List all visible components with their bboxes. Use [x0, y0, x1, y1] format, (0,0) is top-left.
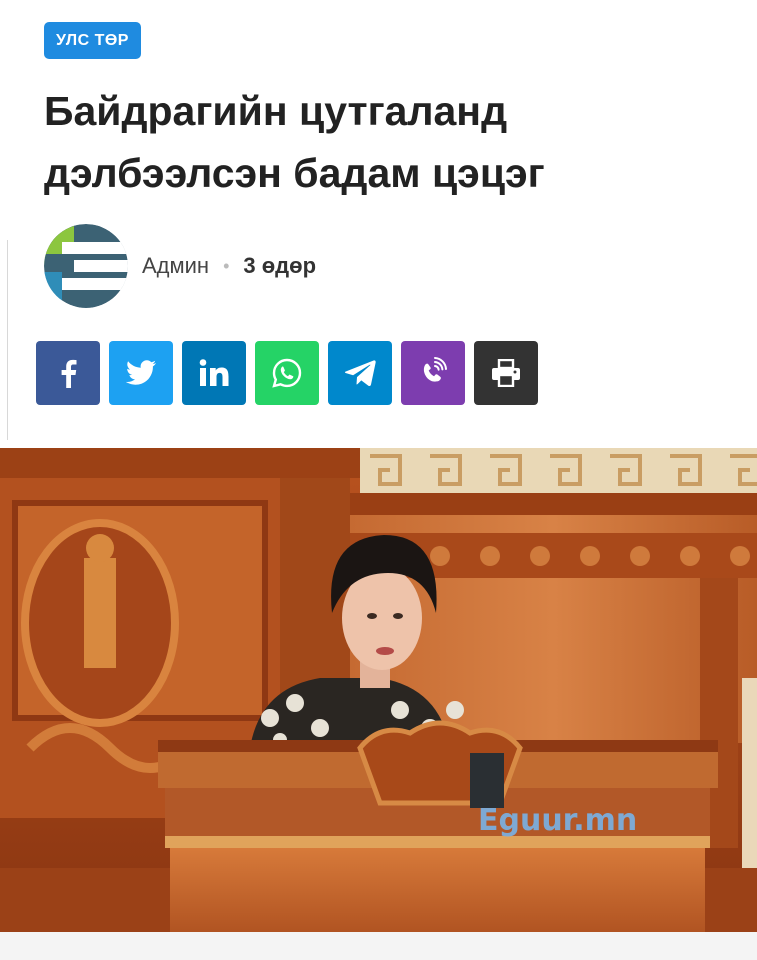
author-name[interactable]: Админ [142, 253, 209, 279]
share-facebook-button[interactable] [36, 341, 100, 405]
post-date: 3 өдөр [243, 253, 317, 278]
print-icon [492, 359, 520, 387]
share-twitter-button[interactable] [109, 341, 173, 405]
meta-separator: • [223, 255, 230, 276]
author-avatar[interactable] [44, 224, 128, 308]
article-title: Байдрагийн цутгаланд дэлбээлсэн бадам цэ… [44, 80, 704, 204]
bottom-strip [0, 932, 757, 960]
article-title-line-1: Байдрагийн цутгаланд [44, 88, 508, 134]
share-viber-button[interactable] [401, 341, 465, 405]
page-edge [0, 240, 8, 440]
viber-icon [423, 357, 447, 382]
article-title-line-2: дэлбээлсэн бадам цэцэг [44, 150, 545, 196]
print-button[interactable] [474, 341, 538, 405]
article-hero-photo[interactable]: Eguur.mn [0, 448, 757, 932]
telegram-icon [344, 360, 376, 387]
linkedin-icon [199, 359, 229, 386]
share-bar [36, 341, 538, 405]
share-whatsapp-button[interactable] [255, 341, 319, 405]
twitter-icon [126, 360, 156, 385]
facebook-icon [61, 359, 77, 388]
whatsapp-icon [272, 358, 302, 388]
site-logo-icon [44, 224, 128, 308]
category-badge[interactable]: УЛС ТӨР [44, 22, 141, 59]
parliament-speaker-image: Eguur.mn [0, 448, 757, 932]
author-meta: Админ • 3 өдөр [44, 224, 316, 308]
share-telegram-button[interactable] [328, 341, 392, 405]
share-linkedin-button[interactable] [182, 341, 246, 405]
photo-watermark: Eguur.mn [478, 803, 637, 838]
